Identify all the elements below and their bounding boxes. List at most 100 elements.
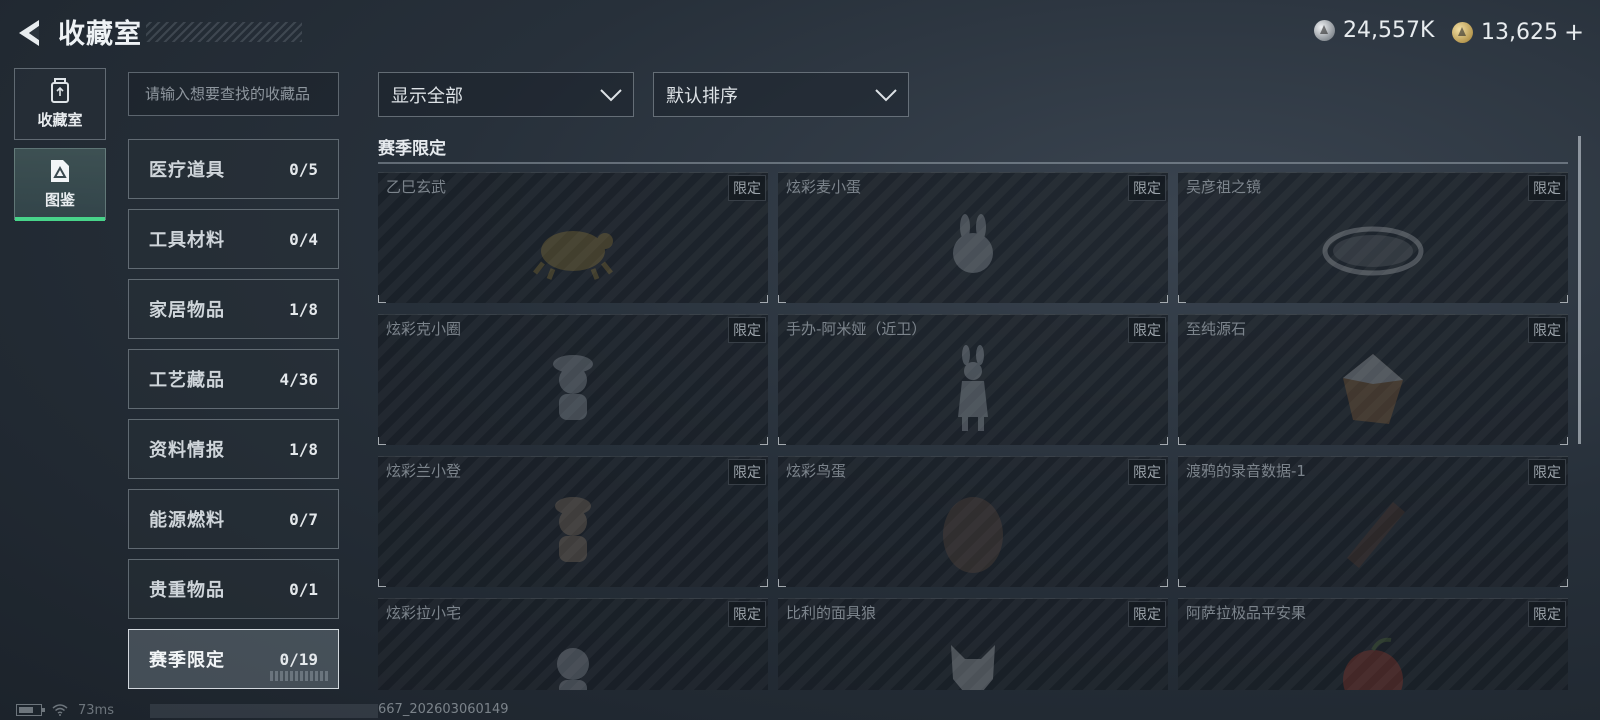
category-home[interactable]: 家居物品 1/8 xyxy=(128,279,339,339)
filter-dropdown[interactable]: 显示全部 xyxy=(378,72,634,117)
item-name: 炫彩麦小蛋 xyxy=(786,178,862,196)
item-name: 炫彩克小圈 xyxy=(386,320,462,338)
category-count: 0/4 xyxy=(289,229,318,249)
grid-scrollbar[interactable] xyxy=(1578,136,1581,444)
collection-item[interactable]: 炫彩拉小宅 限定 xyxy=(378,598,768,690)
search-input[interactable] xyxy=(128,72,339,116)
category-medical[interactable]: 医疗道具 0/5 xyxy=(128,139,339,199)
collection-item[interactable]: 比利的面具狼 限定 xyxy=(778,598,1168,690)
category-label: 赛季限定 xyxy=(149,650,225,671)
category-count: 0/1 xyxy=(289,579,318,599)
sort-dropdown[interactable]: 默认排序 xyxy=(653,72,909,117)
corner-mark xyxy=(1560,579,1568,587)
mirror-icon xyxy=(1322,226,1424,276)
wifi-icon xyxy=(52,704,68,716)
crystal-icon xyxy=(1343,354,1403,425)
nav-album-label: 图鉴 xyxy=(44,191,75,209)
category-count: 1/8 xyxy=(289,439,318,459)
chevron-down-icon xyxy=(875,88,897,101)
nav-collection-room-label: 收藏室 xyxy=(37,111,83,129)
chevron-down-icon xyxy=(600,88,622,101)
category-label: 能源燃料 xyxy=(149,510,225,531)
category-label: 贵重物品 xyxy=(149,580,225,601)
category-season-limited[interactable]: 赛季限定 0/19 xyxy=(128,629,339,689)
item-name: 渡鸦的录音数据-1 xyxy=(1186,462,1306,480)
collection-item[interactable]: 阿萨拉极品平安果 限定 xyxy=(1178,598,1568,690)
limited-tag: 限定 xyxy=(1528,175,1566,201)
limited-tag: 限定 xyxy=(1128,601,1166,627)
gold-currency[interactable]: 13,625 + xyxy=(1452,18,1584,46)
limited-tag: 限定 xyxy=(1128,459,1166,485)
limited-tag: 限定 xyxy=(728,175,766,201)
category-intel[interactable]: 资料情报 1/8 xyxy=(128,419,339,479)
corner-mark xyxy=(760,295,768,303)
limited-tag: 限定 xyxy=(728,601,766,627)
egg-icon xyxy=(943,497,1003,574)
nav-collection-room[interactable]: 收藏室 xyxy=(14,68,106,140)
limited-tag: 限定 xyxy=(1128,175,1166,201)
corner-mark xyxy=(378,295,386,303)
nav-album[interactable]: 图鉴 xyxy=(14,148,106,221)
item-name: 炫彩兰小登 xyxy=(386,462,462,480)
limited-tag: 限定 xyxy=(728,317,766,343)
item-name: 手办-阿米娅（近卫） xyxy=(786,320,927,338)
collection-grid[interactable]: 乙巳玄武 限定 炫彩麦小蛋 限定 吴彦祖之镜 限定 炫彩克小圈 限定 手办-阿米… xyxy=(378,172,1570,690)
limited-tag: 限定 xyxy=(1128,317,1166,343)
collection-item[interactable]: 乙巳玄武 限定 xyxy=(378,172,768,303)
back-button[interactable] xyxy=(14,16,44,50)
category-valuables[interactable]: 贵重物品 0/1 xyxy=(128,559,339,619)
corner-mark xyxy=(1560,437,1568,445)
collection-item[interactable]: 炫彩鸟蛋 限定 xyxy=(778,456,1168,587)
category-count: 0/7 xyxy=(289,509,318,529)
trash-can-icon xyxy=(51,78,69,103)
figure-icon xyxy=(557,648,589,690)
category-crafts[interactable]: 工艺藏品 4/36 xyxy=(128,349,339,409)
gold-currency-amount: 13,625 xyxy=(1481,19,1558,45)
silver-currency: 24,557K xyxy=(1314,18,1434,43)
corner-mark xyxy=(1560,295,1568,303)
category-decoration xyxy=(270,671,330,681)
category-tools[interactable]: 工具材料 0/4 xyxy=(128,209,339,269)
battery-icon xyxy=(16,704,45,716)
back-arrow-icon xyxy=(19,20,39,46)
collection-item[interactable]: 吴彦祖之镜 限定 xyxy=(1178,172,1568,303)
silver-coin-icon xyxy=(1314,20,1335,41)
gold-coin-icon xyxy=(1452,21,1473,43)
item-name: 阿萨拉极品平安果 xyxy=(1186,604,1307,622)
category-count: 0/19 xyxy=(279,649,318,669)
session-id: 667_202603060149 xyxy=(378,702,509,717)
category-label: 工艺藏品 xyxy=(149,370,225,391)
corner-mark xyxy=(1160,295,1168,303)
rabbit-figure-icon xyxy=(953,214,993,274)
add-currency-button[interactable]: + xyxy=(1564,18,1584,46)
limited-tag: 限定 xyxy=(728,459,766,485)
title-decoration xyxy=(146,22,302,42)
figure-icon xyxy=(553,355,593,421)
collection-item[interactable]: 炫彩兰小登 限定 xyxy=(378,456,768,587)
wolf-mask-icon xyxy=(951,645,995,690)
section-title: 赛季限定 xyxy=(378,139,446,159)
collection-item[interactable]: 炫彩麦小蛋 限定 xyxy=(778,172,1168,303)
corner-mark xyxy=(378,579,386,587)
category-energy[interactable]: 能源燃料 0/7 xyxy=(128,489,339,549)
category-count: 4/36 xyxy=(279,369,318,389)
category-label: 家居物品 xyxy=(149,300,225,321)
corner-mark xyxy=(760,579,768,587)
category-label: 资料情报 xyxy=(149,440,225,461)
sort-dropdown-label: 默认排序 xyxy=(666,85,738,107)
redacted-player-id xyxy=(150,704,378,718)
limited-tag: 限定 xyxy=(1528,601,1566,627)
item-name: 比利的面具狼 xyxy=(786,604,877,622)
corner-mark xyxy=(1178,437,1186,445)
collection-item[interactable]: 炫彩克小圈 限定 xyxy=(378,314,768,445)
category-label: 工具材料 xyxy=(149,230,225,251)
collection-item[interactable]: 至纯源石 限定 xyxy=(1178,314,1568,445)
item-name: 至纯源石 xyxy=(1186,320,1247,338)
collection-item[interactable]: 手办-阿米娅（近卫） 限定 xyxy=(778,314,1168,445)
corner-mark xyxy=(778,295,786,303)
item-name: 吴彦祖之镜 xyxy=(1186,178,1262,196)
filter-dropdown-label: 显示全部 xyxy=(391,85,463,107)
collection-item[interactable]: 渡鸦的录音数据-1 限定 xyxy=(1178,456,1568,587)
section-divider xyxy=(378,162,1568,164)
item-name: 炫彩拉小宅 xyxy=(386,604,462,622)
